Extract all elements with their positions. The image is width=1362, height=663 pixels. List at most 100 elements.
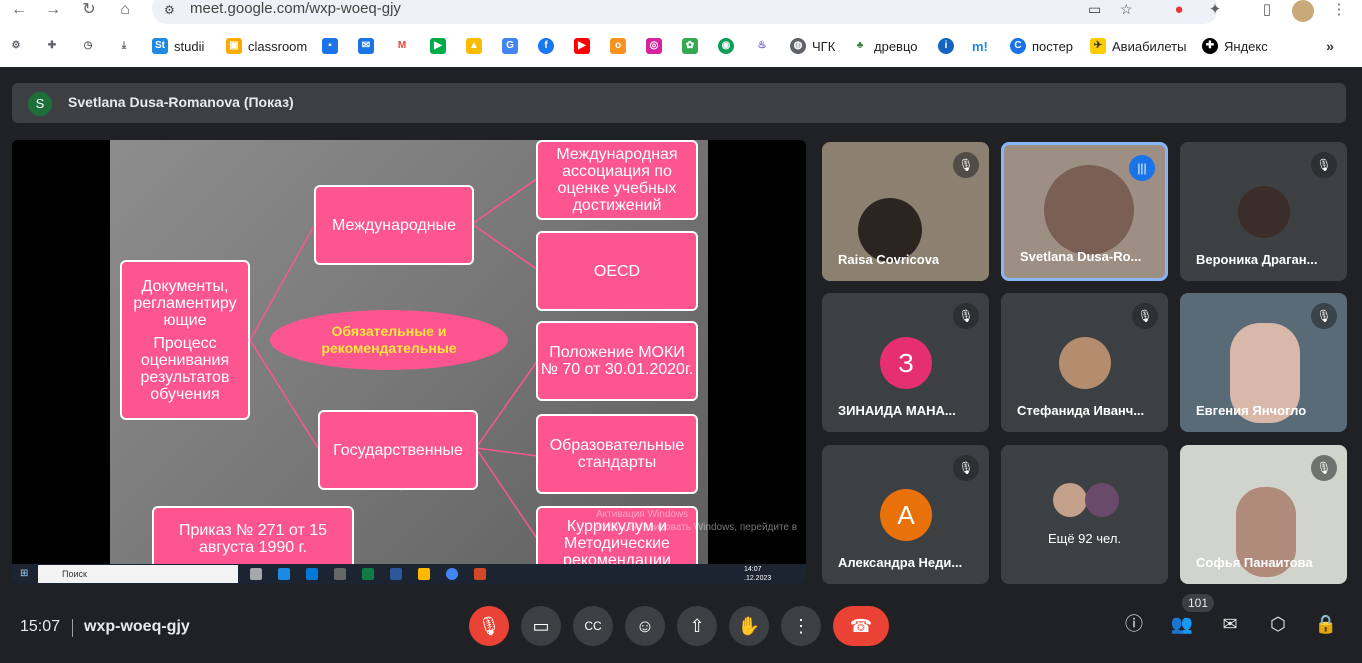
participant-name: Стефанида Иванч... xyxy=(1017,403,1145,418)
presenter-name: Svetlana Dusa-Romanova (Показ) xyxy=(68,94,294,110)
bookmark-label: classroom xyxy=(248,38,308,54)
address-bar[interactable]: ⚙ meet.google.com/wxp-woeq-gjy ▭ ☆ xyxy=(152,0,1218,24)
participant-tile[interactable]: 🎙 Евгения Янчогло xyxy=(1180,293,1347,432)
bookmark-label: ЧГК xyxy=(812,38,836,54)
facebook-icon[interactable]: f xyxy=(538,38,554,54)
leave-call-button[interactable]: ☎ xyxy=(833,606,889,646)
participant-name: Raisa Covricova xyxy=(838,252,940,267)
meeting-details-button[interactable]: ⓘ xyxy=(1120,610,1148,638)
participant-avatar xyxy=(1085,483,1119,517)
instagram-icon[interactable]: ◎ xyxy=(646,38,662,54)
watermark-line1: Активация Windows xyxy=(596,509,689,520)
bookmark-poster[interactable]: Cпостер xyxy=(1010,34,1073,58)
settings-icon[interactable]: ⚙ xyxy=(8,38,24,54)
present-button[interactable]: ⇧ xyxy=(677,606,717,646)
host-controls-button[interactable]: 🔒 xyxy=(1312,610,1340,638)
task-view-icon xyxy=(250,568,262,580)
meet-icon[interactable]: ▶ xyxy=(430,38,446,54)
participant-avatar: А xyxy=(880,489,932,541)
taskbar-search: Поиск xyxy=(38,565,238,583)
raise-hand-button[interactable]: ✋ xyxy=(729,606,769,646)
lotus-icon[interactable]: ♨ xyxy=(754,38,770,54)
participant-tile[interactable]: А 🎙 Александра Неди... xyxy=(822,445,989,584)
info-bookmark-icon[interactable]: i xyxy=(938,38,954,54)
home-icon[interactable]: ⌂ xyxy=(114,0,136,22)
participant-tile[interactable]: З 🎙 ЗИНАИДА МАНА... xyxy=(822,293,989,432)
reactions-button[interactable]: ☺ xyxy=(625,606,665,646)
bookmark-studii[interactable]: St studii xyxy=(152,34,204,58)
plane-icon: ✈ xyxy=(1090,38,1106,54)
assessment-process-text: Процесс оценивания результатов обучения xyxy=(140,334,230,403)
more-bookmarks-icon[interactable]: » xyxy=(1322,38,1338,54)
reload-icon[interactable]: ↻ xyxy=(78,0,100,22)
participant-tile[interactable]: 🎙 Raisa Covricova xyxy=(822,142,989,281)
studii-icon: St xyxy=(152,38,168,54)
windows-taskbar: ⊞ Поиск 14:07 .12.2023 xyxy=(12,564,806,584)
camera-toggle-button[interactable]: ▭ xyxy=(521,606,561,646)
mail-icon[interactable]: ✉ xyxy=(358,38,374,54)
bookmark-yandex[interactable]: ✚ Яндекс xyxy=(1202,34,1268,58)
bookmark-drevco[interactable]: ♣ древцо xyxy=(852,34,917,58)
download-icon[interactable]: ⤓ xyxy=(116,38,132,54)
hand-icon: ✋ xyxy=(737,616,761,636)
more-participants-tile[interactable]: Ещё 92 чел. xyxy=(1001,445,1168,584)
photos-icon[interactable]: ✿ xyxy=(682,38,698,54)
mic-off-icon: 🎙 xyxy=(1132,303,1158,329)
emoji-icon: ☺ xyxy=(635,616,655,636)
people-button[interactable]: 👥 xyxy=(1168,610,1196,638)
extension-adblock-icon[interactable]: ● xyxy=(1168,0,1190,22)
youtube-icon[interactable]: ▶ xyxy=(574,38,590,54)
odnoklassniki-icon[interactable]: о xyxy=(610,38,626,54)
powerpoint-icon xyxy=(474,568,486,580)
forward-icon[interactable]: → xyxy=(42,0,64,22)
site-info-icon[interactable]: ⚙ xyxy=(164,3,175,17)
presentation-stage[interactable]: Документы, регламентиру ющие Процесс оце… xyxy=(12,140,806,584)
participant-tile[interactable]: 🎙 Вероника Драган... xyxy=(1180,142,1347,281)
side-panel-icon[interactable]: ▯ xyxy=(1256,0,1278,22)
bookmark-aviabilety[interactable]: ✈ Авиабилеты xyxy=(1090,34,1186,58)
profile-avatar[interactable] xyxy=(1292,0,1314,22)
word-icon xyxy=(390,568,402,580)
mic-off-icon: 🎙 xyxy=(1311,455,1337,481)
canva-icon: C xyxy=(1010,38,1026,54)
back-icon[interactable]: ← xyxy=(8,0,30,22)
chatgpt-icon[interactable]: ◉ xyxy=(718,38,734,54)
mic-off-icon: 🎙 xyxy=(953,455,979,481)
chrome-icon xyxy=(446,568,458,580)
taskbar-date: .12.2023 xyxy=(744,575,772,582)
participant-avatar xyxy=(1238,186,1290,238)
captions-button[interactable]: CC xyxy=(573,606,613,646)
slide-iea-box: Международная ассоциация по оценке учебн… xyxy=(536,140,698,220)
bookmark-m[interactable]: m! xyxy=(972,34,988,58)
more-participants-label: Ещё 92 чел. xyxy=(1047,531,1122,546)
participant-name: ЗИНАИДА МАНА... xyxy=(838,403,956,418)
mic-off-icon: 🎙 xyxy=(1311,303,1337,329)
slide-oecd-box: OECD xyxy=(536,231,698,311)
divider xyxy=(72,619,73,637)
taskbar-time: 14:07 xyxy=(744,566,762,573)
participant-tile[interactable]: 🎙 Софья Панаитова xyxy=(1180,445,1347,584)
history-icon[interactable]: ◷ xyxy=(80,38,96,54)
bookmark-classroom[interactable]: ▣ classroom xyxy=(226,34,307,58)
camera-in-use-icon[interactable]: ▭ xyxy=(1088,1,1101,18)
extensions-icon[interactable]: ✚ xyxy=(44,38,60,54)
windows-start-icon: ⊞ xyxy=(20,568,29,579)
bookmark-chgk[interactable]: ◍ ЧГК xyxy=(790,34,835,58)
chat-button[interactable]: ✉ xyxy=(1216,610,1244,638)
more-options-button[interactable]: ⋮ xyxy=(781,606,821,646)
mic-toggle-button[interactable]: 🎙 xyxy=(469,606,509,646)
participant-avatar: З xyxy=(880,337,932,389)
bookmark-star-icon[interactable]: ☆ xyxy=(1120,1,1133,18)
participant-tile[interactable]: 🎙 Стефанида Иванч... xyxy=(1001,293,1168,432)
classroom-icon: ▣ xyxy=(226,38,242,54)
participant-name: Софья Панаитова xyxy=(1196,555,1313,570)
activities-button[interactable]: ⬡ xyxy=(1264,610,1292,638)
gmail-icon[interactable]: M xyxy=(394,38,410,54)
extensions-puzzle-icon[interactable]: ✦ xyxy=(1204,0,1226,22)
participant-tile[interactable]: ||| Svetlana Dusa-Ro... xyxy=(1001,142,1168,281)
menu-kebab-icon[interactable]: ⋮ xyxy=(1328,0,1350,22)
info-icon: ⓘ xyxy=(1125,614,1143,634)
drive-icon[interactable]: ▲ xyxy=(466,38,482,54)
translate-icon[interactable]: G xyxy=(502,38,518,54)
chat-icon[interactable]: ▪ xyxy=(322,38,338,54)
